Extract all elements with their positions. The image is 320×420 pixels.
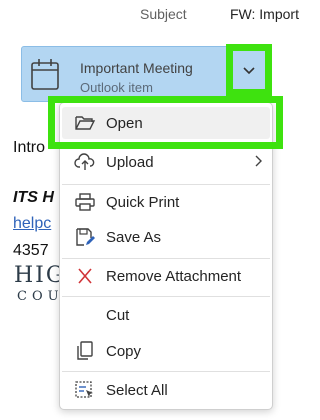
attachment-dropdown-button[interactable] — [226, 44, 272, 96]
logo-top-text: HIG — [14, 263, 66, 288]
cloud-upload-icon — [74, 153, 95, 170]
menu-item-select-all[interactable]: Select All — [62, 374, 270, 406]
printer-icon — [75, 193, 95, 211]
menu-item-label: Quick Print — [106, 194, 180, 211]
menu-item-label: Copy — [106, 343, 142, 360]
menu-item-label: Save As — [106, 229, 162, 246]
copy-icon — [77, 341, 93, 360]
menu-item-label: Select All — [106, 382, 168, 399]
menu-item-cut[interactable]: Cut — [62, 299, 270, 331]
attachment-name: Important Meeting — [80, 60, 193, 76]
logo-bottom-text: COU — [17, 289, 64, 304]
calendar-icon — [31, 59, 59, 90]
body-text-phone: 4357 — [13, 242, 49, 259]
menu-item-save-as[interactable]: Save As — [62, 221, 270, 253]
chevron-right-icon — [255, 155, 262, 167]
attachment-type: Outlook item — [80, 80, 153, 95]
menu-divider — [62, 371, 270, 372]
menu-item-copy[interactable]: Copy — [62, 335, 270, 367]
menu-divider — [62, 184, 270, 185]
body-link-help[interactable]: helpc — [13, 215, 51, 233]
menu-item-upload[interactable]: Upload — [62, 146, 270, 178]
select-all-icon — [75, 381, 93, 398]
subject-value: FW: Import — [230, 6, 299, 22]
menu-item-label: Upload — [106, 154, 154, 171]
menu-divider — [62, 296, 270, 297]
subject-label: Subject — [140, 6, 187, 22]
menu-item-label: Remove Attachment — [106, 268, 242, 285]
open-item-highlight — [48, 96, 283, 149]
menu-item-remove-attachment[interactable]: Remove Attachment — [62, 260, 270, 292]
menu-item-quick-print[interactable]: Quick Print — [62, 186, 270, 218]
save-as-icon — [76, 228, 95, 246]
chevron-down-icon — [243, 67, 255, 75]
remove-x-icon — [78, 268, 92, 284]
body-text-intro: Intro — [13, 139, 46, 156]
menu-divider — [62, 258, 270, 259]
body-text-its: ITS H — [13, 189, 54, 206]
message-header: Subject FW: Import — [0, 0, 301, 30]
menu-item-label: Cut — [106, 307, 130, 324]
